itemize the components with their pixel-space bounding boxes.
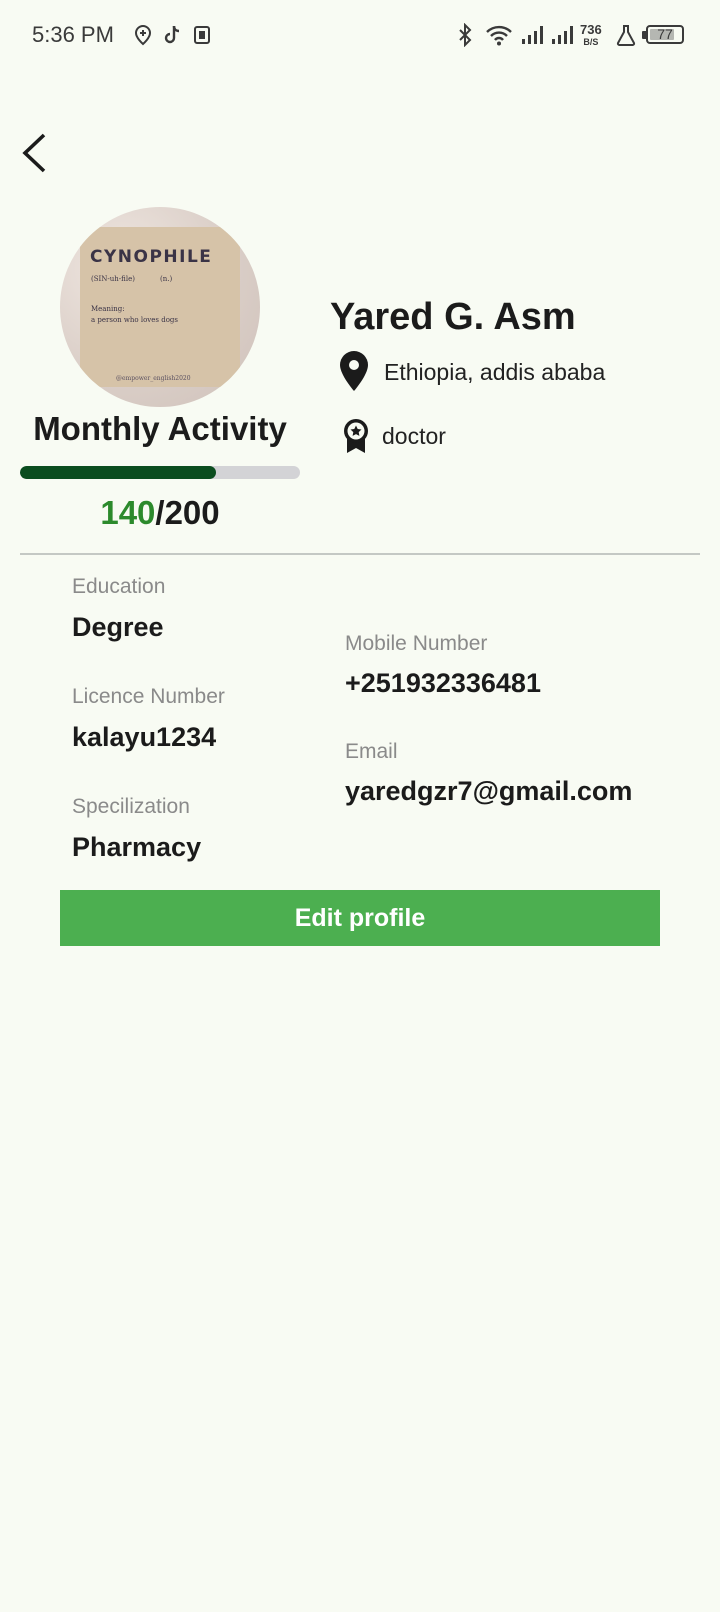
activity-progress-bar xyxy=(20,466,300,479)
avatar[interactable]: CYNOPHILE (SIN-uh-file) (n.) Meaning: a … xyxy=(60,207,260,407)
award-badge-icon xyxy=(342,417,370,460)
licence-label: Licence Number xyxy=(72,685,225,708)
battery-level: 77 xyxy=(657,26,673,42)
avatar-part-of-speech: (n.) xyxy=(160,275,173,283)
licence-value: kalayu1234 xyxy=(72,722,217,752)
avatar-definition: a person who loves dogs xyxy=(91,316,178,324)
profile-name: Yared G. Asm xyxy=(330,296,576,338)
wifi-icon xyxy=(484,22,514,48)
location-icon xyxy=(132,22,154,48)
email-label: Email xyxy=(345,740,398,763)
specialization-value: Pharmacy xyxy=(72,832,202,862)
activity-title: Monthly Activity xyxy=(33,410,287,447)
avatar-title: CYNOPHILE xyxy=(90,247,213,267)
specialization-label: Specilization xyxy=(72,795,190,818)
profile-role: doctor xyxy=(382,423,446,449)
chevron-left-icon xyxy=(22,133,46,173)
activity-count: 140/200 xyxy=(20,494,300,532)
profile-location: Ethiopia, addis ababa xyxy=(384,359,606,385)
activity-current: 140 xyxy=(100,494,156,531)
lab-icon xyxy=(614,22,638,48)
avatar-credit: @empower_english2020 xyxy=(116,375,191,382)
tiktok-icon xyxy=(162,22,184,48)
battery-icon: 77 xyxy=(646,25,684,44)
back-button[interactable] xyxy=(14,128,54,178)
edit-profile-button[interactable]: Edit profile xyxy=(60,890,660,946)
email-value: yaredgzr7@gmail.com xyxy=(345,776,633,806)
bluetooth-icon xyxy=(455,22,475,48)
mobile-value: +251932336481 xyxy=(345,668,541,698)
sim-icon xyxy=(192,22,214,48)
education-label: Education xyxy=(72,575,166,598)
section-divider xyxy=(20,553,700,555)
location-pin-icon xyxy=(338,350,370,397)
avatar-image: CYNOPHILE (SIN-uh-file) (n.) Meaning: a … xyxy=(80,227,240,387)
avatar-pronunciation: (SIN-uh-file) xyxy=(91,275,135,283)
activity-progress-fill xyxy=(20,466,216,479)
status-time: 5:36 PM xyxy=(32,22,114,47)
signal-icon xyxy=(550,22,574,48)
net-speed-unit: B/S xyxy=(583,37,599,47)
net-speed: 736 B/S xyxy=(580,22,602,48)
signal-icon xyxy=(520,22,544,48)
mobile-label: Mobile Number xyxy=(345,632,488,655)
avatar-meaning-label: Meaning: xyxy=(91,305,125,313)
activity-total: /200 xyxy=(155,494,220,531)
net-speed-value: 736 xyxy=(580,22,602,37)
education-value: Degree xyxy=(72,612,164,642)
